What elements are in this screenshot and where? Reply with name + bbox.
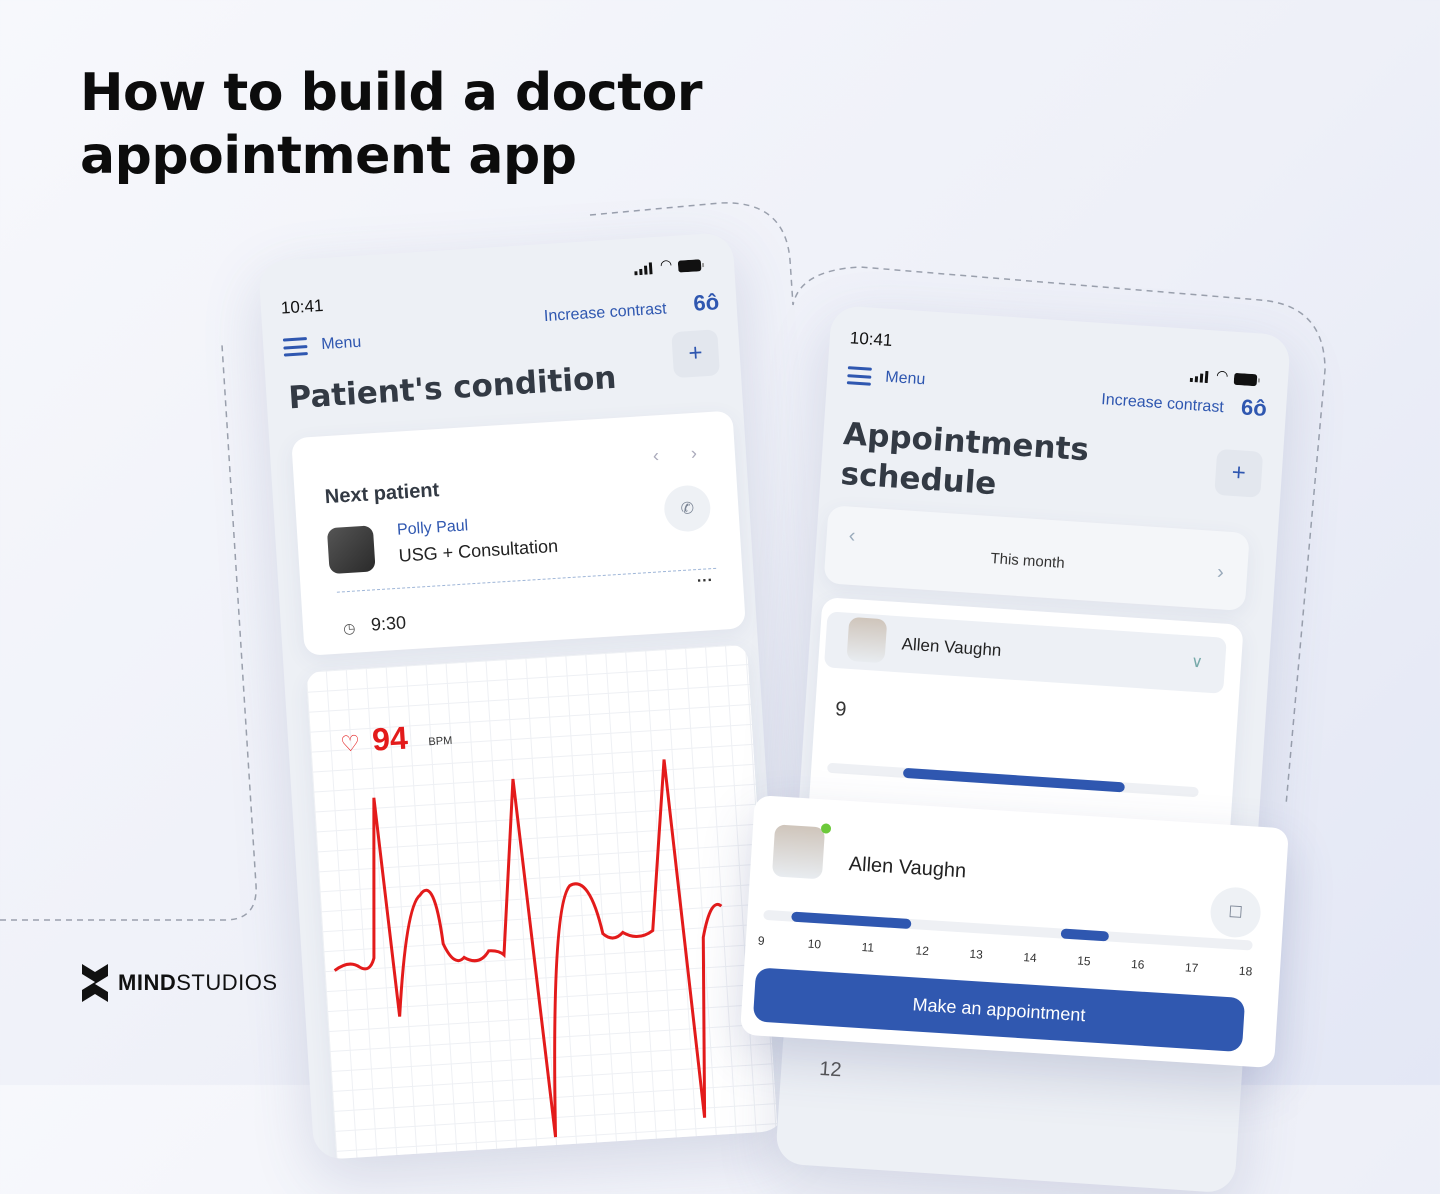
hour-tick: 18	[1238, 963, 1253, 979]
status-icons: ◠	[634, 254, 705, 276]
signal-icon	[634, 262, 653, 276]
doctor-select[interactable]: Allen Vaughn ∨	[823, 611, 1227, 694]
busy-slot	[1060, 928, 1110, 942]
chevron-down-icon: ∨	[1190, 653, 1204, 672]
glasses-icon[interactable]: 6ô	[1240, 394, 1267, 422]
hour-tick: 13	[969, 946, 984, 962]
hour-tick: 12	[915, 943, 930, 959]
doctor-name: Allen Vaughn	[901, 634, 1002, 660]
patient-name[interactable]: Polly Paul	[397, 517, 469, 539]
hour-tick: 14	[1022, 950, 1038, 965]
increase-contrast-link[interactable]: Increase contrast	[543, 300, 667, 326]
clock-icon: ◷	[342, 619, 356, 637]
hour-label-12: 12	[818, 1057, 843, 1082]
signal-icon	[1189, 370, 1209, 384]
next-period-icon[interactable]: ›	[1216, 561, 1224, 584]
schedule-track	[826, 762, 1199, 798]
patient-service: USG + Consultation	[398, 535, 559, 566]
doctor-avatar	[846, 616, 888, 664]
hour-tick: 10	[807, 936, 822, 952]
doctor-availability-popup: Allen Vaughn ☐ 9 10 11 12 13 14 15 16 17…	[739, 795, 1289, 1069]
page-title: Patient's condition	[287, 359, 618, 417]
ecg-waveform	[333, 759, 723, 1138]
battery-icon	[678, 259, 705, 273]
menu-button[interactable]: Menu	[846, 366, 926, 389]
doctor-name: Allen Vaughn	[848, 853, 967, 883]
divider	[336, 567, 717, 593]
status-time: 10:41	[849, 328, 893, 351]
busy-slot	[791, 911, 912, 930]
next-patient-heading: Next patient	[324, 479, 440, 509]
brand-bold: MIND	[118, 970, 177, 995]
hamburger-icon	[282, 337, 308, 357]
patient-avatar	[326, 525, 376, 575]
hour-tick: 9	[757, 933, 765, 948]
hour-tick: 17	[1184, 960, 1199, 976]
brand-rest: STUDIOS	[176, 970, 278, 995]
bpm-unit: BPM	[428, 734, 453, 749]
battery-icon	[1234, 373, 1261, 387]
glasses-icon[interactable]: 6ô	[693, 289, 720, 317]
wifi-icon: ◠	[1215, 366, 1229, 384]
make-appointment-button[interactable]: Make an appointment	[752, 967, 1246, 1053]
prev-period-icon[interactable]: ‹	[848, 525, 856, 548]
logo-icon	[82, 964, 108, 1002]
patient-condition-screen: 10:41 ◠ Menu Increase contrast 6ô + Pati…	[258, 232, 789, 1161]
menu-label: Menu	[884, 368, 926, 389]
message-button[interactable]: ☐	[1209, 885, 1263, 939]
hour-label: 9	[834, 698, 848, 721]
wifi-icon: ◠	[659, 256, 673, 273]
period-label: This month	[989, 550, 1066, 572]
add-button[interactable]: +	[671, 329, 721, 379]
menu-button[interactable]: Menu	[282, 333, 362, 357]
hour-tick: 16	[1130, 956, 1145, 972]
more-icon[interactable]: ···	[696, 572, 713, 591]
prev-arrow-icon[interactable]: ‹	[652, 445, 659, 466]
heart-rate-card: ♡ 94 BPM	[305, 644, 780, 1161]
availability-track	[763, 909, 1253, 951]
hour-tick: 11	[861, 940, 875, 955]
page-title: Appointments schedule	[839, 414, 1090, 510]
heart-icon: ♡	[339, 730, 361, 757]
add-button[interactable]: +	[1214, 448, 1264, 498]
next-patient-card: Next patient ‹ › Polly Paul USG + Consul…	[291, 410, 746, 656]
hamburger-icon	[846, 366, 872, 386]
chat-icon: ☐	[1227, 903, 1244, 922]
online-indicator	[820, 823, 832, 834]
period-selector: ‹ This month ›	[823, 505, 1250, 612]
next-arrow-icon[interactable]: ›	[690, 443, 697, 464]
busy-slot	[902, 767, 1126, 793]
doctor-avatar	[771, 824, 826, 880]
bpm-value: 94	[371, 719, 409, 758]
increase-contrast-link[interactable]: Increase contrast	[1101, 391, 1225, 417]
status-time: 10:41	[280, 295, 325, 318]
hour-tick: 15	[1076, 953, 1092, 969]
phone-icon: ✆	[680, 500, 695, 518]
menu-label: Menu	[320, 333, 362, 354]
phone-call-button[interactable]: ✆	[662, 484, 712, 533]
status-icons: ◠	[1189, 365, 1261, 387]
mindstudios-logo: MINDSTUDIOS	[80, 962, 278, 1004]
appointment-time: 9:30	[370, 612, 407, 635]
